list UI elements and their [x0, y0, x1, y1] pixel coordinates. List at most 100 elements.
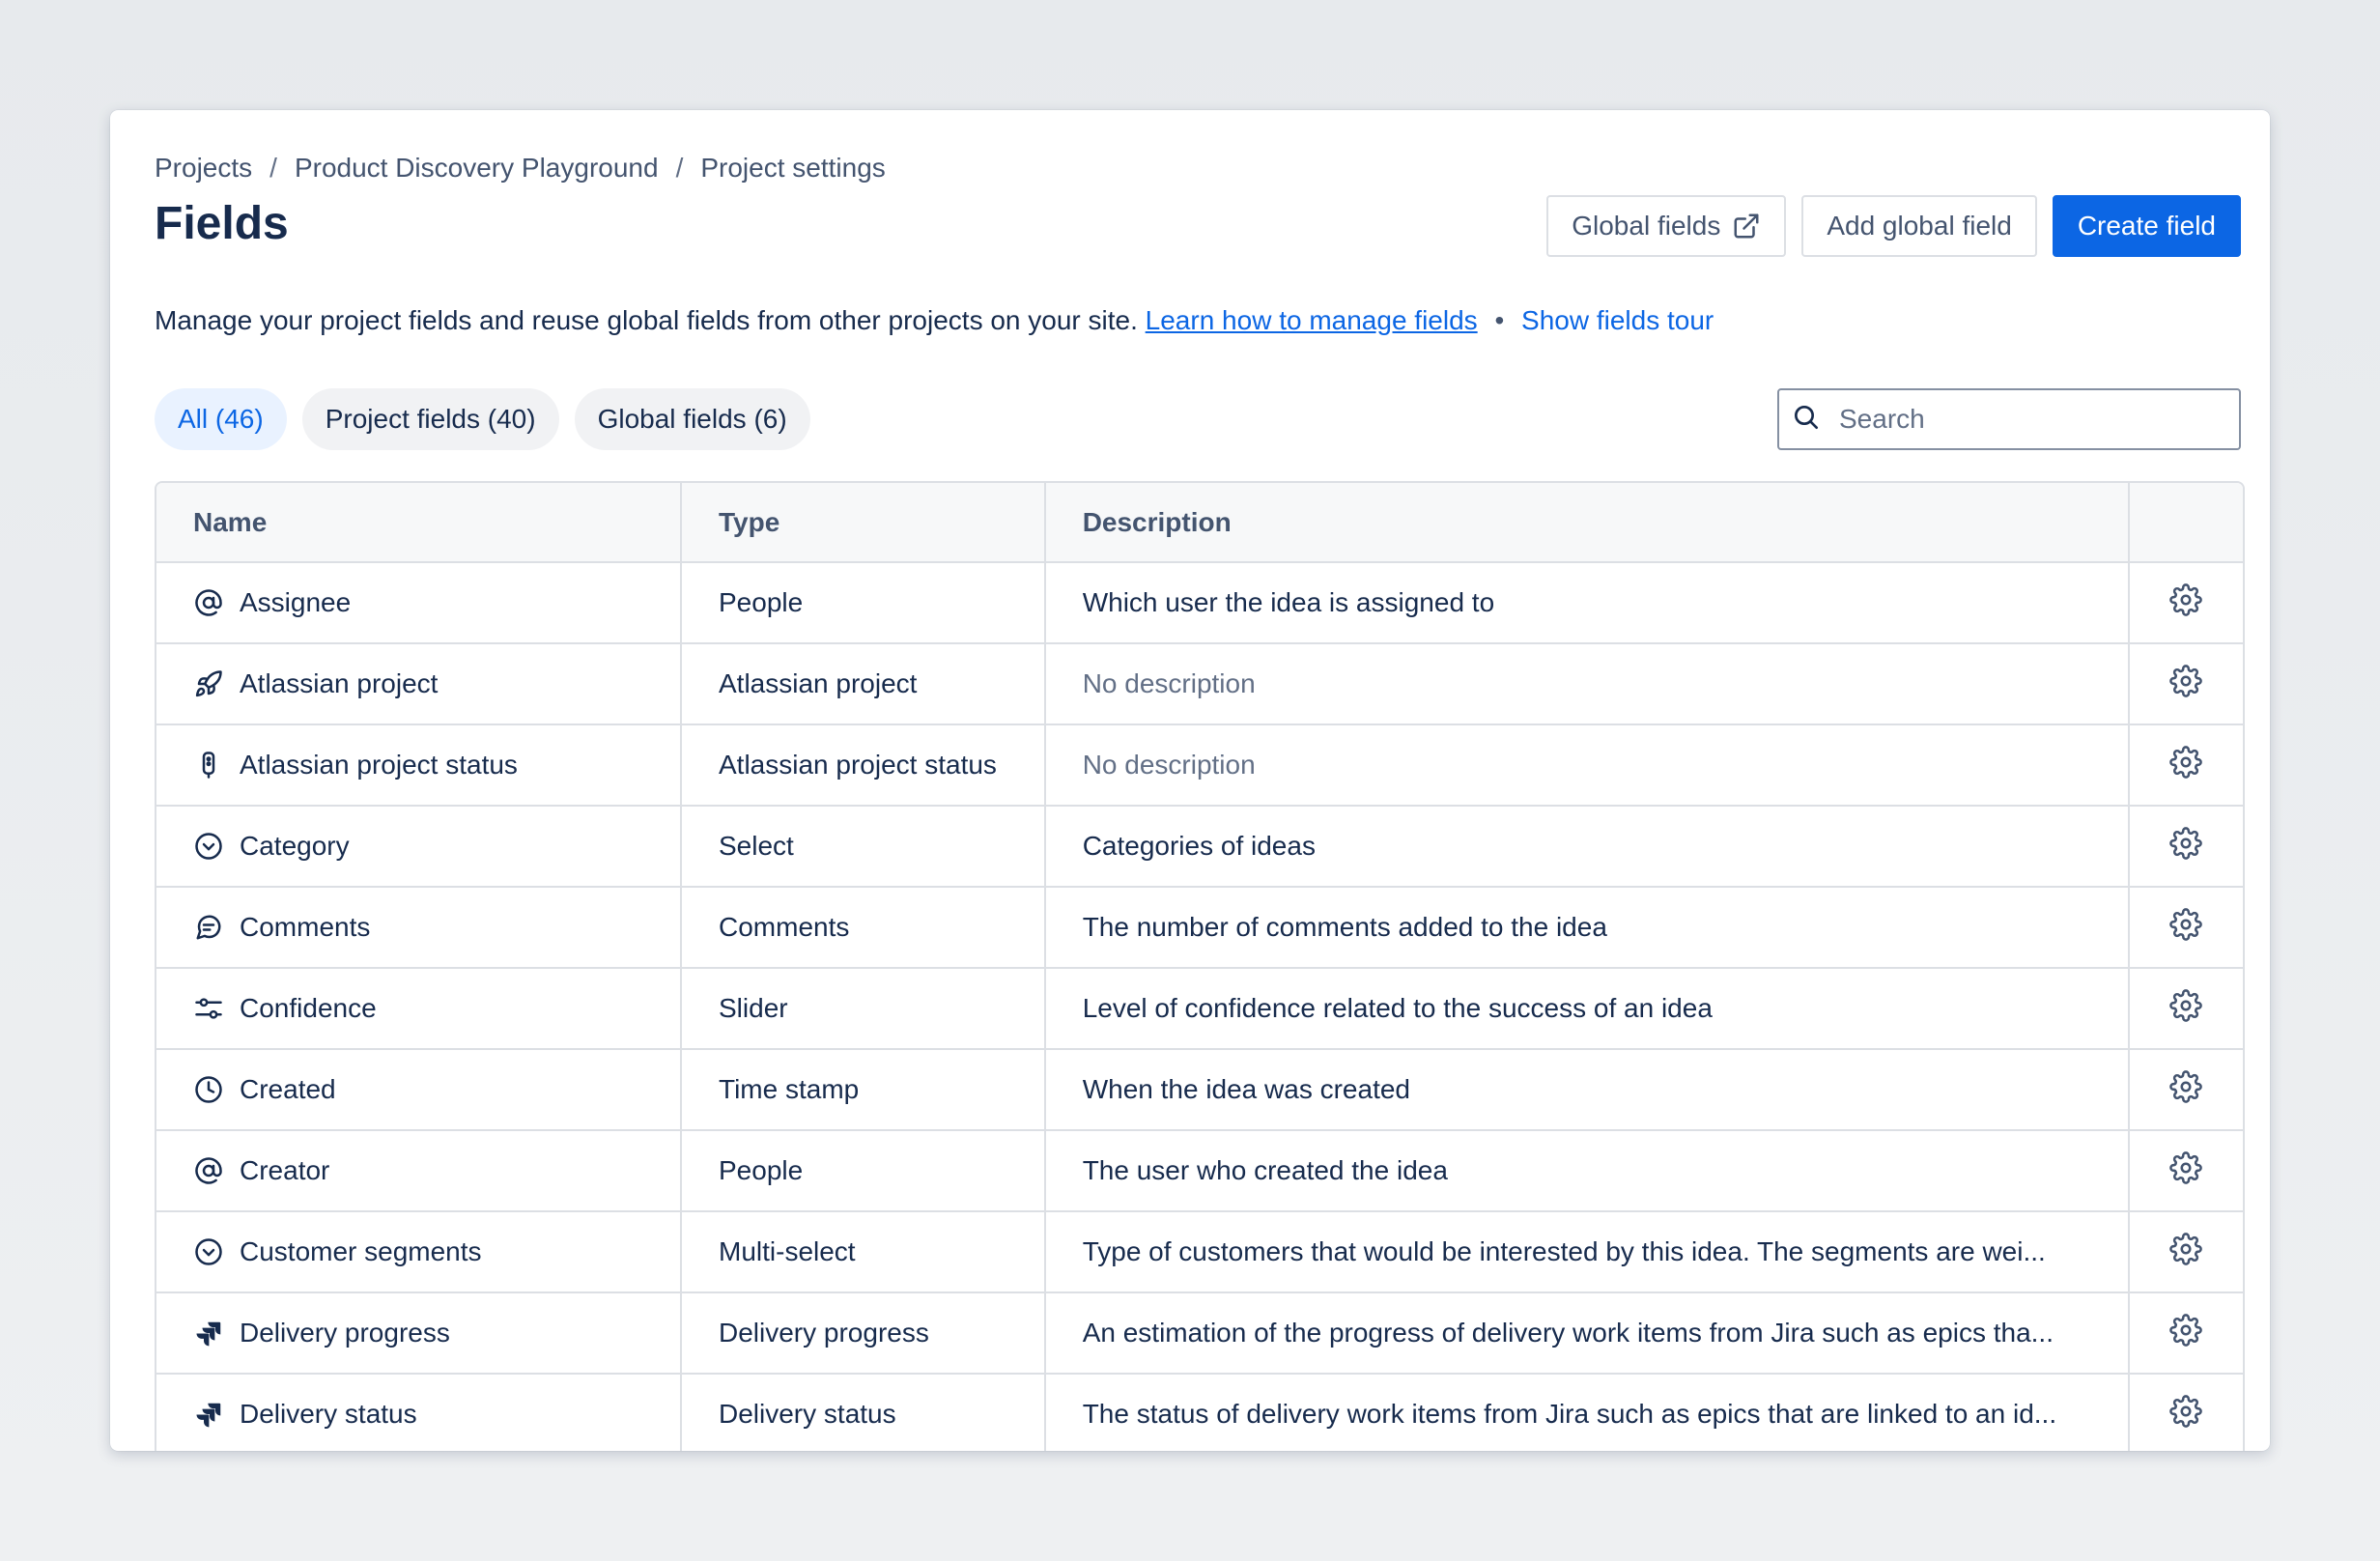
table-row[interactable]: Atlassian project Atlassian project No d…: [156, 643, 2243, 725]
table-row[interactable]: Assignee People Which user the idea is a…: [156, 562, 2243, 644]
field-settings-button[interactable]: [2163, 1148, 2209, 1194]
field-settings-button[interactable]: [2163, 742, 2209, 788]
field-type: People: [719, 587, 804, 617]
field-settings-button[interactable]: [2163, 1310, 2209, 1356]
field-filter-tabs: All (46) Project fields (40) Global fiel…: [155, 388, 810, 450]
field-settings-button[interactable]: [2163, 985, 2209, 1032]
field-name[interactable]: Created: [240, 1074, 336, 1105]
description-cell: Type of customers that would be interest…: [1044, 1211, 2130, 1293]
gear-icon: [2169, 582, 2203, 623]
gear-icon: [2169, 664, 2203, 704]
field-name[interactable]: Atlassian project status: [240, 750, 518, 780]
type-cell: People: [681, 1130, 1046, 1212]
show-fields-tour-link[interactable]: Show fields tour: [1521, 305, 1714, 335]
field-settings-button[interactable]: [2163, 823, 2209, 869]
header-type[interactable]: Type: [681, 483, 1046, 563]
field-settings-button[interactable]: [2163, 1391, 2209, 1437]
name-cell: Delivery status: [156, 1374, 682, 1451]
gear-icon: [2169, 1069, 2203, 1110]
field-name[interactable]: Atlassian project: [240, 668, 438, 699]
slider-icon: [193, 993, 224, 1024]
name-cell: Customer segments: [156, 1211, 682, 1293]
field-settings-button[interactable]: [2163, 904, 2209, 951]
field-name[interactable]: Comments: [240, 912, 370, 943]
field-type: People: [719, 1155, 804, 1185]
description-text: Manage your project fields and reuse glo…: [155, 305, 1138, 335]
table-row[interactable]: Delivery status Delivery status The stat…: [156, 1374, 2243, 1451]
table-row[interactable]: Created Time stamp When the idea was cre…: [156, 1049, 2243, 1131]
field-description: Which user the idea is assigned to: [1082, 587, 1495, 617]
rocket-icon: [193, 668, 224, 699]
at-sign-icon: [193, 587, 224, 618]
settings-cell: [2128, 724, 2243, 807]
gear-icon: [2169, 745, 2203, 785]
create-field-button[interactable]: Create field: [2052, 195, 2241, 257]
field-name[interactable]: Assignee: [240, 587, 351, 618]
filter-project-fields[interactable]: Project fields (40): [301, 388, 559, 450]
search-input[interactable]: [1837, 403, 2208, 436]
header-description[interactable]: Description: [1044, 483, 2130, 563]
filter-all[interactable]: All (46): [155, 388, 287, 450]
field-settings-button[interactable]: [2163, 1229, 2209, 1275]
field-settings-button[interactable]: [2163, 580, 2209, 626]
gear-icon: [2169, 907, 2203, 948]
breadcrumb-project-settings[interactable]: Project settings: [700, 153, 885, 184]
table-row[interactable]: Atlassian project status Atlassian proje…: [156, 724, 2243, 807]
table-row[interactable]: Category Select Categories of ideas: [156, 806, 2243, 888]
field-description: Type of customers that would be interest…: [1082, 1236, 2046, 1266]
header-actions: [2128, 483, 2243, 563]
field-name[interactable]: Delivery progress: [240, 1318, 450, 1348]
comment-icon: [193, 912, 224, 943]
gear-icon: [2169, 1150, 2203, 1191]
field-description: No description: [1082, 750, 1256, 780]
name-cell: Creator: [156, 1130, 682, 1212]
table-row[interactable]: Delivery progress Delivery progress An e…: [156, 1292, 2243, 1375]
field-description: Categories of ideas: [1082, 831, 1316, 861]
description-cell: Which user the idea is assigned to: [1044, 562, 2130, 644]
settings-cell: [2128, 1211, 2243, 1293]
settings-cell: [2128, 1374, 2243, 1451]
description-cell: No description: [1044, 643, 2130, 725]
global-fields-button[interactable]: Global fields: [1546, 195, 1787, 257]
fields-table-body: Assignee People Which user the idea is a…: [156, 562, 2243, 1451]
name-cell: Atlassian project status: [156, 724, 682, 807]
field-name[interactable]: Delivery status: [240, 1399, 417, 1430]
table-header-row: Name Type Description: [156, 483, 2243, 563]
type-cell: Delivery progress: [681, 1292, 1046, 1375]
field-settings-button[interactable]: [2163, 1066, 2209, 1113]
field-name[interactable]: Creator: [240, 1155, 329, 1186]
search-box: [1777, 388, 2241, 450]
filter-global-fields[interactable]: Global fields (6): [574, 388, 810, 450]
breadcrumb-project[interactable]: Product Discovery Playground: [295, 153, 659, 184]
table-row[interactable]: Customer segments Multi-select Type of c…: [156, 1211, 2243, 1293]
type-cell: Comments: [681, 887, 1046, 969]
type-cell: Atlassian project status: [681, 724, 1046, 807]
name-cell: Confidence: [156, 968, 682, 1050]
name-cell: Created: [156, 1049, 682, 1131]
settings-cell: [2128, 643, 2243, 725]
field-name[interactable]: Category: [240, 831, 350, 862]
breadcrumb-separator: /: [269, 153, 277, 183]
add-global-field-button[interactable]: Add global field: [1801, 195, 2037, 257]
name-cell: Comments: [156, 887, 682, 969]
chevron-circle-icon: [193, 1236, 224, 1267]
at-sign-icon: [193, 1155, 224, 1186]
field-type: Comments: [719, 912, 850, 942]
field-type: Atlassian project: [719, 668, 918, 698]
header-name[interactable]: Name: [156, 483, 682, 563]
field-type: Atlassian project status: [719, 750, 997, 780]
jira-icon: [193, 1399, 224, 1430]
table-row[interactable]: Creator People The user who created the …: [156, 1130, 2243, 1212]
table-row[interactable]: Confidence Slider Level of confidence re…: [156, 968, 2243, 1050]
gear-icon: [2169, 1394, 2203, 1434]
field-settings-button[interactable]: [2163, 661, 2209, 707]
field-name[interactable]: Customer segments: [240, 1236, 482, 1267]
type-cell: Time stamp: [681, 1049, 1046, 1131]
breadcrumb-projects[interactable]: Projects: [155, 153, 252, 184]
table-row[interactable]: Comments Comments The number of comments…: [156, 887, 2243, 969]
learn-manage-fields-link[interactable]: Learn how to manage fields: [1146, 305, 1478, 335]
settings-cell: [2128, 1292, 2243, 1375]
field-name[interactable]: Confidence: [240, 993, 377, 1024]
settings-cell: [2128, 1130, 2243, 1212]
name-cell: Atlassian project: [156, 643, 682, 725]
